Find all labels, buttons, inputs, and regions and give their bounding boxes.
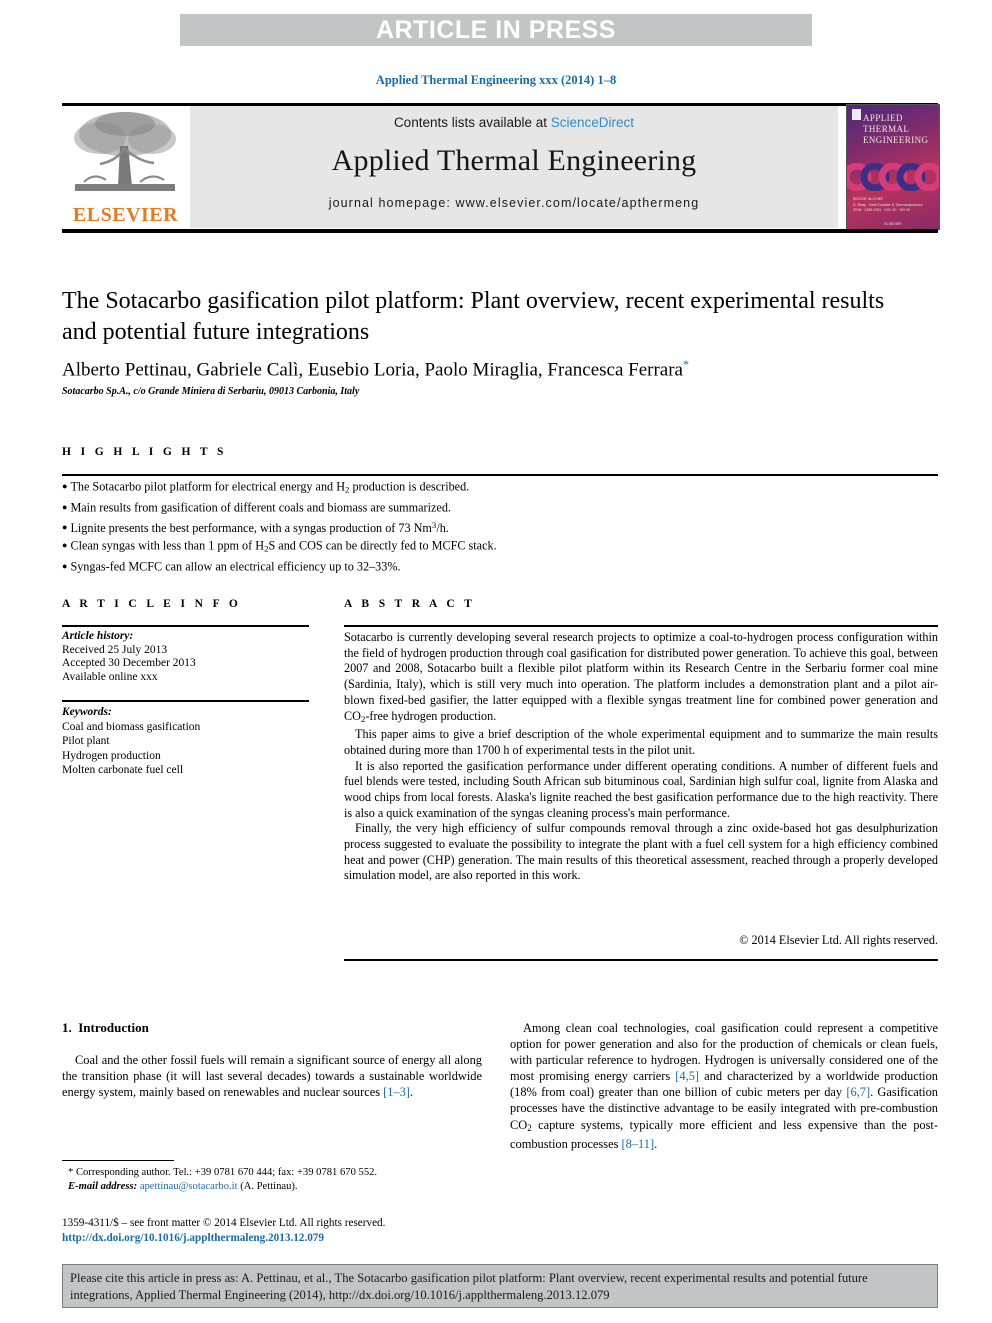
article-info-heading: A R T I C L E I N F O [62, 598, 242, 610]
contents-prefix: Contents lists available at [393, 115, 551, 130]
abstract-rule [344, 625, 938, 627]
keyword-item: Hydrogen production [62, 749, 161, 762]
cover-rings-graphic [847, 163, 939, 191]
affiliation: Sotacarbo Sp.A., c/o Grande Miniera di S… [62, 386, 360, 397]
corresponding-author-note: * Corresponding author. Tel.: +39 0781 6… [68, 1167, 378, 1178]
bullet-icon: ● [62, 522, 68, 533]
journal-homepage-line[interactable]: journal homepage: www.elsevier.com/locat… [190, 196, 838, 210]
journal-cover-thumbnail: APPLIED THERMAL ENGINEERING EDITOR-IN-CH… [846, 104, 940, 230]
section-number: 1. [62, 1020, 72, 1035]
elsevier-wordmark: ELSEVIER [72, 204, 179, 226]
keywords-rule [62, 700, 309, 702]
contents-available-line: Contents lists available at ScienceDirec… [190, 115, 838, 130]
list-item: ● Syngas-fed MCFC can allow an electrical… [62, 559, 401, 574]
body-column-left: Coal and the other fossil fuels will rem… [62, 1052, 482, 1100]
paragraph: Coal and the other fossil fuels will rem… [62, 1053, 482, 1100]
masthead-center-band: Contents lists available at ScienceDirec… [190, 106, 838, 228]
email-suffix: (A. Pettinau). [240, 1181, 298, 1192]
elsevier-logo: ELSEVIER [62, 106, 189, 228]
doi-link[interactable]: http://dx.doi.org/10.1016/j.applthermale… [62, 1232, 324, 1244]
keyword-item: Molten carbonate fuel cell [62, 764, 184, 777]
cover-elsevier-mark-icon [852, 109, 861, 120]
history-item: Received 25 July 2013 [62, 643, 168, 656]
article-history-label: Article history: [62, 630, 134, 642]
list-item: ● Clean syngas with less than 1 ppm of H2… [62, 538, 497, 554]
journal-reference-line: Applied Thermal Engineering xxx (2014) 1… [375, 73, 617, 87]
article-history-block: Article history: Received 25 July 2013 A… [62, 630, 312, 684]
citation-ref[interactable]: [6,7] [846, 1085, 870, 1099]
citation-ref[interactable]: [8–11] [622, 1137, 655, 1151]
abstract-heading: A B S T R A C T [344, 598, 476, 610]
bullet-icon: ● [62, 540, 68, 551]
body-column-right: Among clean coal technologies, coal gasi… [510, 1020, 938, 1152]
citation-ref[interactable]: [1–3] [383, 1085, 410, 1099]
abstract-copyright: © 2014 Elsevier Ltd. All rights reserved… [739, 933, 938, 947]
cover-title: APPLIED THERMAL ENGINEERING [863, 113, 928, 146]
keywords-label: Keywords: [62, 706, 112, 718]
article-info-rule [62, 625, 309, 627]
page-title: The Sotacarbo gasification pilot platfor… [62, 288, 885, 345]
keyword-item: Pilot plant [62, 735, 110, 748]
masthead-bottom-rule [62, 229, 938, 233]
citation-ref[interactable]: [4,5] [675, 1069, 699, 1083]
cover-title-line1: APPLIED [863, 113, 903, 123]
paragraph-text: Coal and the other fossil fuels will rem… [62, 1053, 482, 1100]
keyword-item: Coal and biomass gasification [62, 720, 201, 733]
footnote-rule [62, 1160, 174, 1162]
issn-block: 1359-4311/$ – see front matter © 2014 El… [62, 1216, 542, 1245]
history-item: Accepted 30 December 2013 [62, 657, 196, 670]
list-item: ● Lignite presents the best performance, … [62, 519, 449, 535]
elsevier-tree-icon [74, 112, 176, 191]
highlights-heading: H I G H L I G H T S [62, 446, 227, 458]
issn-line: 1359-4311/$ – see front matter © 2014 El… [62, 1217, 386, 1229]
paragraph: Among clean coal technologies, coal gasi… [510, 1021, 938, 1151]
section-heading-introduction: 1. Introduction [62, 1020, 149, 1036]
section-title: Introduction [78, 1020, 149, 1035]
cover-title-line2: THERMAL [863, 124, 910, 134]
cite-box-text: Please cite this article in press as: A.… [70, 1271, 868, 1302]
list-item: ● The Sotacarbo pilot platform for electr… [62, 479, 470, 495]
list-item: ● Main results from gasification of diffe… [62, 500, 451, 515]
cover-editor-text: EDITOR-IN-CHIEF D. Reay Heat Transfer & T… [853, 197, 923, 212]
email-link[interactable]: apettinau@sotacarbo.it [140, 1181, 238, 1192]
abstract-paragraph: It is also reported the gasification per… [344, 758, 938, 820]
email-note: E-mail address: apettinau@sotacarbo.it (… [62, 1180, 502, 1194]
sciencedirect-link[interactable]: ScienceDirect [551, 115, 634, 130]
highlights-rule [62, 474, 938, 476]
history-item: Available online xxx [62, 670, 158, 683]
article-in-press-banner: ARTICLE IN PRESS [180, 14, 812, 46]
cover-title-line3: ENGINEERING [863, 135, 929, 145]
bullet-icon: ● [62, 501, 68, 512]
highlights-list: ● The Sotacarbo pilot platform for electr… [62, 478, 938, 576]
abstract-paragraph: Finally, the very high efficiency of sul… [344, 821, 938, 883]
author-list: Alberto Pettinau, Gabriele Calì, Eusebio… [62, 357, 942, 381]
abstract-bottom-rule [344, 959, 938, 961]
journal-masthead: ELSEVIER Contents lists available at Sci… [62, 104, 940, 230]
abstract-paragraph: Sotacarbo is currently developing severa… [344, 630, 938, 724]
author-names: Alberto Pettinau, Gabriele Calì, Eusebio… [62, 359, 683, 381]
abstract-body: Sotacarbo is currently developing severa… [344, 630, 938, 884]
bullet-icon: ● [62, 560, 68, 571]
abstract-paragraph: This paper aims to give a brief descript… [344, 727, 938, 757]
cover-publisher-text: ELSEVIER [884, 222, 902, 226]
corresponding-author-marker[interactable]: * [683, 357, 689, 371]
bullet-icon: ● [62, 481, 68, 491]
keywords-block: Keywords: Coal and biomass gasification … [62, 705, 312, 778]
email-label: E-mail address: [68, 1181, 138, 1192]
journal-title: Applied Thermal Engineering [331, 144, 697, 177]
footnote-block: * Corresponding author. Tel.: +39 0781 6… [62, 1166, 502, 1194]
